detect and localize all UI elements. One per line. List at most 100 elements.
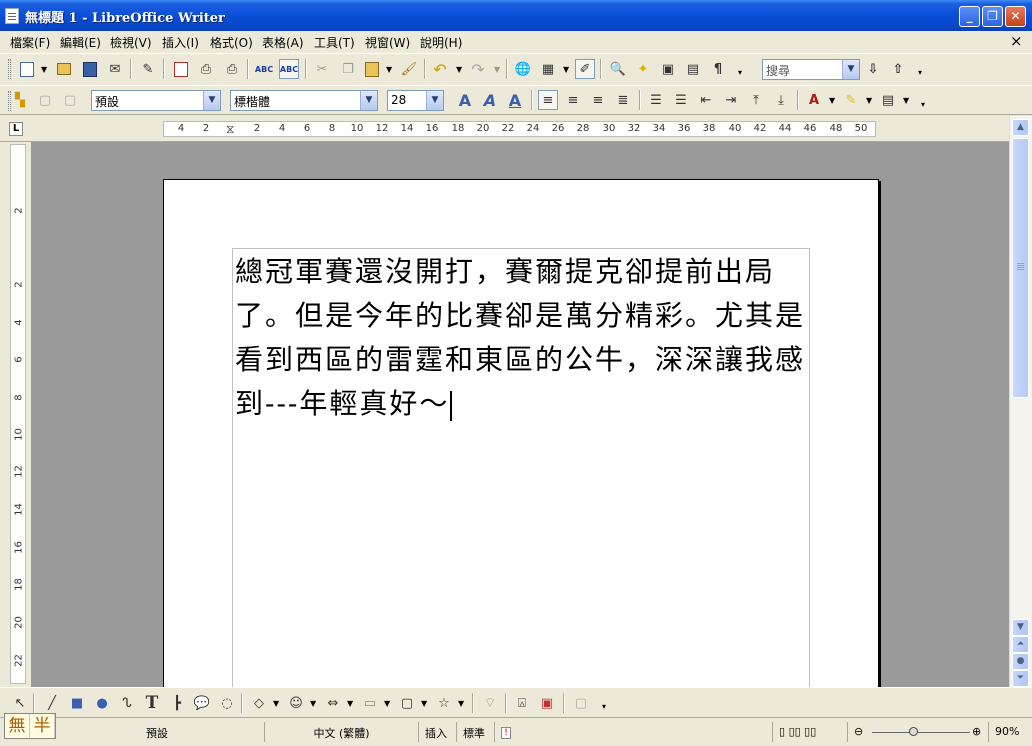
font-name-dropdown-icon[interactable]: ▼ — [360, 91, 377, 110]
vertical-ruler[interactable]: 2 2 4 6 8 10 12 14 16 18 20 22 — [10, 144, 26, 684]
menu-file[interactable]: 檔案(F) — [10, 34, 50, 51]
drawing-toolbar-overflow-icon[interactable]: ▾ — [602, 702, 606, 711]
single-page-view-icon[interactable]: ▯ — [779, 725, 785, 738]
previous-page-icon[interactable]: ⏶ — [1012, 636, 1029, 653]
flowchart-dropdown-icon[interactable]: ▼ — [384, 699, 390, 708]
email-icon[interactable]: ✉ — [105, 59, 125, 79]
new-style-icon[interactable]: ▢ — [60, 90, 80, 110]
document-workspace[interactable]: 總冠軍賽還沒開打，賽爾提克卻提前出局了。但是今年的比賽卻是萬分精彩。尤其是看到西… — [31, 142, 1009, 687]
search-input[interactable]: 搜尋 ▼ — [762, 59, 860, 80]
ellipse-icon[interactable]: ● — [92, 693, 112, 713]
basic-shapes-icon[interactable]: ◇ — [249, 693, 269, 713]
horizontal-ruler[interactable]: 4 2 ⧖ 2 4 6 8 10 12 14 16 18 20 22 24 26… — [163, 121, 876, 137]
find-replace-icon[interactable]: 🔍 — [608, 59, 628, 79]
undo-dropdown-icon[interactable]: ▼ — [456, 65, 462, 74]
vertical-callout-icon[interactable]: ◌ — [217, 693, 237, 713]
select-arrow-icon[interactable]: ↖ — [10, 693, 30, 713]
highlighting-dropdown-icon[interactable]: ▼ — [866, 96, 872, 105]
minimize-button[interactable]: _ — [959, 6, 980, 27]
menu-insert[interactable]: 插入(I) — [162, 34, 199, 51]
restore-button[interactable]: ❐ — [982, 6, 1003, 27]
toolbar-overflow-icon[interactable]: ▾ — [738, 68, 742, 77]
document-modified-icon[interactable]: ! — [494, 722, 772, 742]
document-page[interactable]: 總冠軍賽還沒開打，賽爾提克卻提前出局了。但是今年的比賽卻是萬分精彩。尤其是看到西… — [163, 179, 879, 687]
background-color-dropdown-icon[interactable]: ▼ — [903, 96, 909, 105]
scrollbar-thumb[interactable] — [1012, 138, 1029, 398]
text-box-icon[interactable]: T — [142, 693, 162, 713]
navigator-icon[interactable]: ✦ — [633, 59, 653, 79]
callout-icon[interactable]: 💬 — [192, 693, 212, 713]
stars-dropdown-icon[interactable]: ▼ — [458, 699, 464, 708]
hyperlink-icon[interactable]: 🌐 — [513, 59, 533, 79]
writer-document-icon[interactable] — [5, 8, 19, 24]
open-folder-icon[interactable] — [54, 59, 74, 79]
align-center-icon[interactable]: ≡ — [563, 90, 583, 110]
from-file-icon[interactable]: ▣ — [537, 693, 557, 713]
menu-table[interactable]: 表格(A) — [262, 34, 304, 51]
font-color-icon[interactable]: A — [804, 90, 824, 110]
vertical-text-icon[interactable]: ┣ — [167, 693, 187, 713]
block-arrows-dropdown-icon[interactable]: ▼ — [347, 699, 353, 708]
data-sources-icon[interactable]: ▤ — [683, 59, 703, 79]
scroll-down-icon[interactable]: ▼ — [1012, 619, 1029, 636]
selection-mode-status[interactable]: 標準 — [456, 722, 494, 742]
search-dropdown-icon[interactable]: ▼ — [842, 60, 859, 79]
save-icon[interactable] — [80, 59, 100, 79]
clone-formatting-icon[interactable]: 🖌 — [399, 59, 419, 79]
basic-shapes-dropdown-icon[interactable]: ▼ — [273, 699, 279, 708]
rectangle-icon[interactable]: ■ — [67, 693, 87, 713]
fontwork-icon[interactable]: ⍓ — [512, 693, 532, 713]
styles-formatting-icon[interactable]: ▚ — [10, 90, 30, 110]
font-color-dropdown-icon[interactable]: ▼ — [829, 96, 835, 105]
menu-tools[interactable]: 工具(T) — [314, 34, 355, 51]
navigation-icon[interactable]: ● — [1012, 653, 1029, 670]
paragraph-style-select[interactable]: 預設 ▼ — [91, 90, 221, 111]
extrusion-icon[interactable]: ▢ — [571, 693, 591, 713]
toolbar-grip[interactable] — [8, 59, 11, 79]
align-left-icon[interactable]: ≡ — [538, 90, 558, 110]
paragraph-style-dropdown-icon[interactable]: ▼ — [203, 91, 220, 110]
close-document-icon[interactable]: × — [1010, 32, 1023, 50]
export-pdf-icon[interactable] — [171, 59, 191, 79]
points-icon[interactable]: ⌔ — [480, 693, 500, 713]
menu-view[interactable]: 檢視(V) — [110, 34, 152, 51]
print-preview-icon[interactable]: ⎙ — [222, 59, 242, 79]
background-color-icon[interactable]: ▤ — [878, 90, 898, 110]
ime-width[interactable]: 半 — [30, 714, 55, 738]
search-toolbar-overflow-icon[interactable]: ▾ — [918, 68, 922, 77]
paragraph-decrease-spacing-icon[interactable]: ⤓ — [771, 90, 791, 110]
line-icon[interactable]: ╱ — [42, 693, 62, 713]
italic-icon[interactable]: A — [480, 90, 500, 110]
zoom-level[interactable]: 90% — [988, 722, 1032, 742]
page-style-status[interactable]: 預設 — [140, 722, 264, 742]
gallery-icon[interactable]: ▣ — [658, 59, 678, 79]
underline-icon[interactable]: A — [505, 90, 525, 110]
stars-icon[interactable]: ☆ — [434, 693, 454, 713]
bullets-icon[interactable]: ☰ — [671, 90, 691, 110]
menu-window[interactable]: 視窗(W) — [365, 34, 410, 51]
zoom-in-icon[interactable]: ⊕ — [972, 725, 981, 738]
indent-marker[interactable]: ⧖ — [226, 122, 234, 137]
paste-icon[interactable] — [362, 59, 382, 79]
redo-icon[interactable]: ↷ — [468, 59, 488, 79]
formatting-marks-icon[interactable]: ¶ — [708, 59, 728, 79]
paste-dropdown-icon[interactable]: ▼ — [386, 65, 392, 74]
multi-page-view-icon[interactable]: ▯▯ — [789, 725, 801, 738]
zoom-out-icon[interactable]: ⊖ — [854, 725, 863, 738]
formatting-toolbar-overflow-icon[interactable]: ▾ — [921, 100, 925, 109]
highlighting-icon[interactable]: ✎ — [841, 90, 861, 110]
autospellcheck-icon[interactable]: ABC — [279, 59, 299, 79]
font-name-select[interactable]: 標楷體 ▼ — [230, 90, 378, 111]
language-status[interactable]: 中文 (繁體) — [264, 722, 418, 742]
copy-icon[interactable]: ❐ — [338, 59, 358, 79]
menu-help[interactable]: 說明(H) — [420, 34, 462, 51]
table-icon[interactable]: ▦ — [538, 59, 558, 79]
callouts-icon[interactable]: ▢ — [397, 693, 417, 713]
font-size-dropdown-icon[interactable]: ▼ — [426, 91, 443, 110]
show-draw-functions-icon[interactable]: ✐ — [575, 59, 595, 79]
numbering-icon[interactable]: ☰ — [646, 90, 666, 110]
find-next-icon[interactable]: ⇩ — [863, 59, 883, 79]
menu-edit[interactable]: 編輯(E) — [60, 34, 101, 51]
justify-icon[interactable]: ≣ — [613, 90, 633, 110]
document-text[interactable]: 總冠軍賽還沒開打，賽爾提克卻提前出局了。但是今年的比賽卻是萬分精彩。尤其是看到西… — [235, 250, 805, 426]
